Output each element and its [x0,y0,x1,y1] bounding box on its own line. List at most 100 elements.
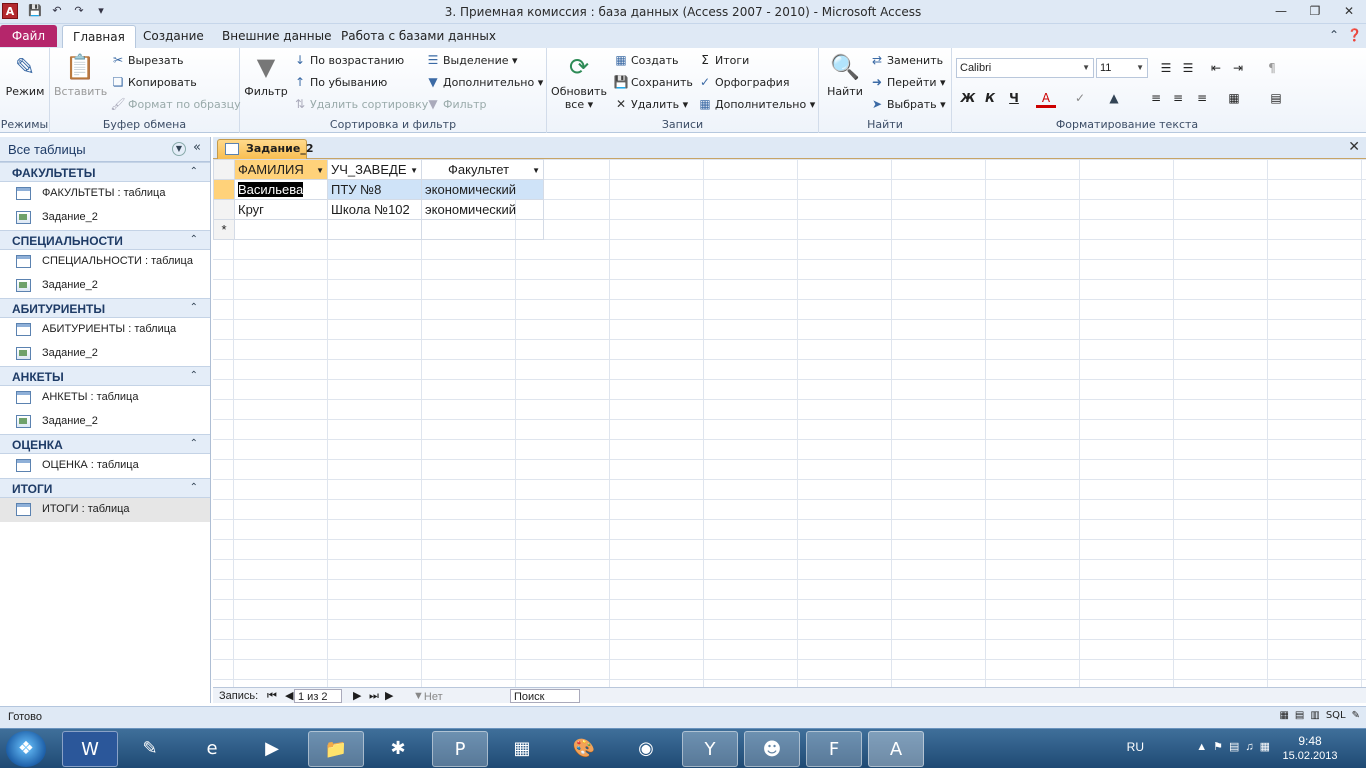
nav-item-table[interactable]: АНКЕТЫ : таблица [0,386,210,410]
cell[interactable] [421,219,544,240]
calculator-taskbar-icon[interactable]: ▦ [494,731,550,767]
cell[interactable]: Васильева [234,179,328,200]
gridlines-icon[interactable]: ▦ [1224,88,1244,108]
nav-item-query[interactable]: Задание_2 [0,410,210,434]
font-color-icon[interactable]: A [1036,88,1056,108]
highlight-icon[interactable]: ✓ [1070,88,1090,108]
yandex-taskbar-icon[interactable]: Y [682,731,738,767]
copy-button[interactable]: ❏ Копировать [110,72,197,92]
nav-group-header[interactable]: ИТОГИ ⌃ [0,478,210,498]
previous-record-icon[interactable]: ◀ [285,689,293,703]
next-record-icon[interactable]: ▶ [353,689,361,703]
media-player-taskbar-icon[interactable]: ▶ [244,731,300,767]
replace-button[interactable]: ⇄ Заменить [869,50,943,70]
table-row[interactable]: Круг Школа №102 экономический [213,199,544,220]
cell[interactable]: Школа №102 [327,199,422,220]
record-selector[interactable] [213,199,235,220]
nav-group-header[interactable]: СПЕЦИАЛЬНОСТИ ⌃ [0,230,210,250]
font-size-select[interactable]: 11 ▼ [1096,58,1148,78]
ie-taskbar-icon[interactable]: e [184,731,240,767]
cell[interactable]: ПТУ №8 [327,179,422,200]
collapse-icon[interactable]: ⌃ [190,166,198,177]
language-indicator[interactable]: RU [1127,740,1144,754]
align-right-icon[interactable]: ≡ [1192,88,1212,108]
paint-taskbar-icon[interactable]: 🎨 [556,731,612,767]
design-view-icon[interactable]: ✎ [1352,710,1360,721]
underline-button[interactable]: Ч [1004,88,1024,108]
nav-menu-dropdown-icon[interactable]: ▼ [172,142,186,156]
advanced-filter-button[interactable]: ▼ Дополнительно ▾ [425,72,543,92]
start-button-icon[interactable]: ❖ [6,731,46,767]
nav-group-header[interactable]: АБИТУРИЕНТЫ ⌃ [0,298,210,318]
last-record-icon[interactable]: ⏭ [369,689,379,703]
collapse-icon[interactable]: ⌃ [190,438,198,449]
datasheet-view-icon[interactable]: ▦ [1279,710,1288,721]
toggle-filter-button[interactable]: ▼ Фильтр [425,94,486,114]
chevron-down-icon[interactable]: ▼ [532,166,540,175]
select-button[interactable]: ➤ Выбрать ▾ [869,94,946,114]
shutter-bar-close-icon[interactable]: « [193,140,201,155]
tab-database-tools[interactable]: Работа с базами данных [331,25,506,48]
collapse-ribbon-icon[interactable]: ⌃ [1329,28,1339,42]
cell[interactable]: экономический [421,199,544,220]
nav-item-query[interactable]: Задание_2 [0,342,210,366]
word-taskbar-icon[interactable]: W [62,731,118,767]
align-center-icon[interactable]: ≡ [1168,88,1188,108]
delete-record-button[interactable]: ✕ Удалить ▾ [613,94,688,114]
new-record-button[interactable]: ▦ Создать [613,50,678,70]
pivotchart-view-icon[interactable]: ▥ [1310,710,1319,721]
new-record-nav-icon[interactable]: ▶ [385,689,393,703]
cell[interactable] [327,219,422,240]
nav-item-table[interactable]: ФАКУЛЬТЕТЫ : таблица [0,182,210,206]
tab-external-data[interactable]: Внешние данные [212,25,341,48]
current-record-input[interactable]: 1 из 2 [294,689,342,703]
photo-taskbar-icon[interactable]: ☻ [744,731,800,767]
nav-item-table[interactable]: СПЕЦИАЛЬНОСТИ : таблица [0,250,210,274]
access-taskbar-icon[interactable]: A [868,731,924,767]
notes-taskbar-icon[interactable]: ✎ [122,731,178,767]
cell[interactable] [234,219,328,240]
select-all-corner[interactable] [213,159,235,180]
nav-group-header[interactable]: АНКЕТЫ ⌃ [0,366,210,386]
cut-button[interactable]: ✂ Вырезать [110,50,184,70]
bold-button[interactable]: Ж [958,88,978,108]
fill-color-icon[interactable]: ▲ [1104,88,1124,108]
paste-button[interactable]: 📋 Вставить [54,52,107,98]
view-button[interactable]: ✎ Режим [4,52,46,98]
search-input[interactable]: Поиск [510,689,580,703]
collapse-icon[interactable]: ⌃ [190,370,198,381]
powerpoint-taskbar-icon[interactable]: P [432,731,488,767]
column-header[interactable]: ФАМИЛИЯ ▼ [234,159,328,180]
explorer-taskbar-icon[interactable]: 📁 [308,731,364,767]
first-record-icon[interactable]: ⏮ [267,689,277,703]
decrease-indent-icon[interactable]: ⇤ [1206,58,1226,78]
alternate-row-color-icon[interactable]: ▤ [1266,88,1286,108]
datasheet-grid[interactable]: ФАМИЛИЯ ▼ УЧ_ЗАВЕДЕ ▼ Факультет ▼ Васильева… [213,159,1366,687]
spelling-button[interactable]: ✓ Орфография [697,72,789,92]
tab-create[interactable]: Создание [133,25,214,48]
chevron-down-icon[interactable]: ▼ [410,166,418,175]
flash-taskbar-icon[interactable]: F [806,731,862,767]
firefox-taskbar-icon[interactable]: ◉ [618,731,674,767]
close-icon[interactable]: ✕ [1332,0,1366,22]
refresh-all-button[interactable]: ⟳ Обновить все ▾ [551,52,607,111]
align-left-icon[interactable]: ≡ [1146,88,1166,108]
nav-item-query[interactable]: Задание_2 [0,206,210,230]
sort-descending-button[interactable]: ↑ По убыванию [292,72,387,92]
numbering-icon[interactable]: ☰ [1178,58,1198,78]
font-name-select[interactable]: Calibri ▼ [956,58,1094,78]
sql-view-icon[interactable]: SQL [1326,710,1346,721]
new-record-row[interactable]: * [213,219,544,240]
nav-group-header[interactable]: ФАКУЛЬТЕТЫ ⌃ [0,162,210,182]
no-filter-button[interactable]: ▼ Нет фильтра [413,689,468,717]
tab-file[interactable]: Файл [0,25,57,47]
collapse-icon[interactable]: ⌃ [190,482,198,493]
nav-item-table[interactable]: ОЦЕНКА : таблица [0,454,210,478]
filter-button[interactable]: ▼ Фильтр [244,52,288,98]
tab-home[interactable]: Главная [62,25,136,48]
totals-button[interactable]: Σ Итоги [697,50,749,70]
nav-item-query[interactable]: Задание_2 [0,274,210,298]
column-header[interactable]: Факультет ▼ [421,159,544,180]
selection-button[interactable]: ☰ Выделение ▾ [425,50,518,70]
document-tab[interactable]: Задание_2 [217,139,313,159]
